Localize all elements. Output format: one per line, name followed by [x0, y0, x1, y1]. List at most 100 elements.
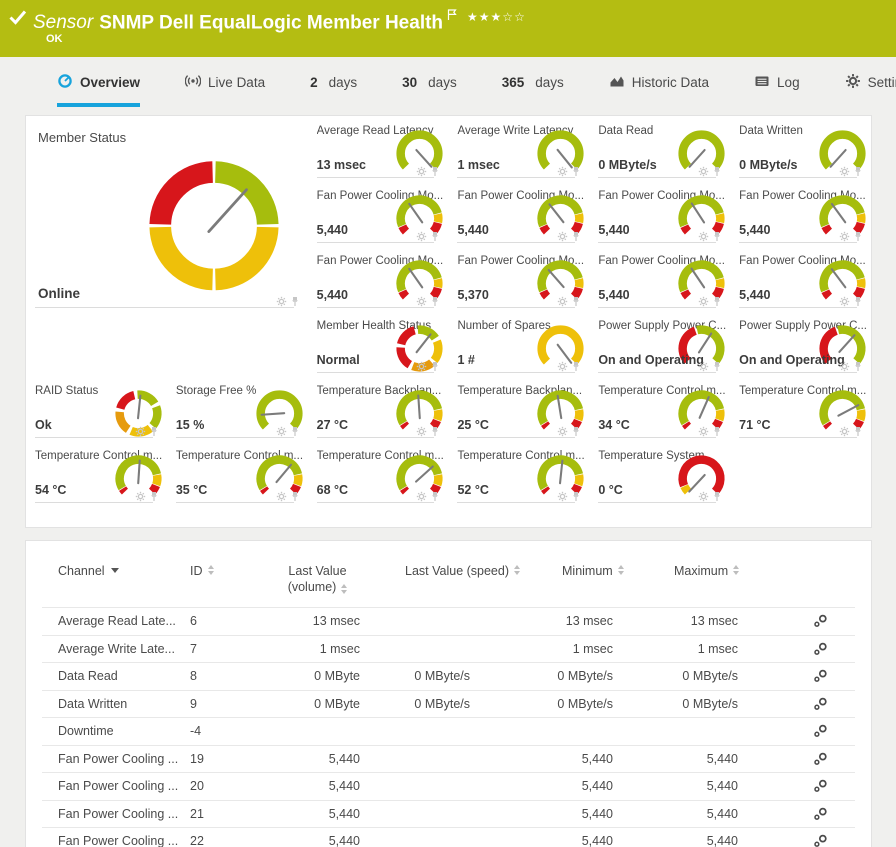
pin-icon[interactable]	[571, 491, 581, 502]
gear-icon[interactable]	[839, 166, 850, 177]
pin-icon[interactable]	[571, 231, 581, 242]
gear-icon[interactable]	[416, 491, 427, 502]
gear-icon[interactable]	[557, 231, 568, 242]
gear-icon[interactable]	[698, 361, 709, 372]
channel-name[interactable]: Average Read Late...	[42, 614, 190, 628]
tab-historic-data[interactable]: Historic Data	[609, 57, 709, 107]
gear-icon[interactable]	[557, 296, 568, 307]
pin-icon[interactable]	[853, 296, 863, 307]
tab-overview[interactable]: Overview	[57, 57, 140, 107]
gear-icon[interactable]	[557, 426, 568, 437]
pin-icon[interactable]	[853, 361, 863, 372]
pin-icon[interactable]	[430, 296, 440, 307]
gear-icon[interactable]	[698, 166, 709, 177]
pin-icon[interactable]	[712, 296, 722, 307]
gear-icon[interactable]	[276, 426, 287, 437]
gear-icon[interactable]	[698, 426, 709, 437]
column-header-last_speed[interactable]: Last Value (speed)	[405, 563, 520, 579]
priority-stars[interactable]: ★★★☆☆	[467, 10, 526, 24]
gauge-value: 0 °C	[598, 483, 622, 497]
gear-icon[interactable]	[276, 491, 287, 502]
gear-icon[interactable]	[698, 231, 709, 242]
gear-icon[interactable]	[557, 166, 568, 177]
cell-actions	[557, 296, 581, 307]
gauge-value: 5,440	[598, 288, 629, 302]
cell-min: 0 MByte/s	[470, 669, 613, 683]
gear-icon[interactable]	[416, 361, 427, 372]
pin-icon[interactable]	[571, 361, 581, 372]
tab-live-data[interactable]: Live Data	[185, 57, 265, 107]
channel-name[interactable]: Fan Power Cooling ...	[42, 779, 190, 793]
channel-name[interactable]: Downtime	[42, 724, 190, 738]
gear-icon[interactable]	[698, 491, 709, 502]
channel-settings-icon[interactable]	[813, 807, 828, 821]
tab-settings[interactable]: Settings	[845, 57, 896, 107]
gear-icon[interactable]	[839, 231, 850, 242]
pin-icon[interactable]	[571, 166, 581, 177]
pin-icon[interactable]	[430, 231, 440, 242]
channel-name[interactable]: Fan Power Cooling ...	[42, 834, 190, 847]
column-header-last_volume[interactable]: Last Value (volume)	[276, 563, 360, 595]
pin-icon[interactable]	[430, 361, 440, 372]
pin-icon[interactable]	[853, 231, 863, 242]
channel-settings-icon[interactable]	[813, 752, 828, 766]
pin-icon[interactable]	[430, 166, 440, 177]
gear-icon[interactable]	[698, 296, 709, 307]
pin-icon[interactable]	[149, 426, 159, 437]
favorite-flag-icon[interactable]	[447, 5, 457, 27]
pin-icon[interactable]	[712, 491, 722, 502]
pin-icon[interactable]	[712, 361, 722, 372]
column-header-id[interactable]: ID	[190, 563, 260, 579]
channel-name[interactable]: Data Read	[42, 669, 190, 683]
gear-icon[interactable]	[135, 491, 146, 502]
tab-365-days[interactable]: 365days	[502, 57, 564, 107]
gear-icon[interactable]	[557, 361, 568, 372]
pin-icon[interactable]	[712, 166, 722, 177]
pin-icon[interactable]	[290, 426, 300, 437]
channel-name[interactable]: Fan Power Cooling ...	[42, 807, 190, 821]
cell-last_volume: 1 msec	[260, 642, 360, 656]
channel-settings-icon[interactable]	[813, 724, 828, 738]
column-header-min[interactable]: Minimum	[550, 563, 662, 579]
column-header-channel[interactable]: Channel	[42, 563, 190, 579]
cell-actions	[557, 231, 581, 242]
pin-icon[interactable]	[430, 491, 440, 502]
channel-settings-icon[interactable]	[813, 779, 828, 793]
gear-icon[interactable]	[416, 166, 427, 177]
gear-icon[interactable]	[839, 296, 850, 307]
channel-settings-icon[interactable]	[813, 642, 828, 656]
channel-settings-icon[interactable]	[813, 614, 828, 628]
channel-settings-icon[interactable]	[813, 669, 828, 683]
channel-name[interactable]: Data Written	[42, 697, 190, 711]
tab-30-days[interactable]: 30days	[402, 57, 457, 107]
gear-icon[interactable]	[416, 426, 427, 437]
gear-icon[interactable]	[416, 296, 427, 307]
pin-icon[interactable]	[430, 426, 440, 437]
pin-icon[interactable]	[290, 296, 300, 307]
tab-2-days[interactable]: 2days	[310, 57, 357, 107]
gear-icon[interactable]	[276, 296, 287, 307]
gear-icon[interactable]	[416, 231, 427, 242]
channel-name[interactable]: Fan Power Cooling ...	[42, 752, 190, 766]
cell-divider	[598, 437, 716, 438]
tab-label: Overview	[80, 75, 140, 90]
channel-settings-icon[interactable]	[813, 697, 828, 711]
column-label: Minimum	[562, 563, 613, 579]
pin-icon[interactable]	[712, 426, 722, 437]
gear-icon[interactable]	[839, 361, 850, 372]
pin-icon[interactable]	[712, 231, 722, 242]
gear-icon[interactable]	[557, 491, 568, 502]
pin-icon[interactable]	[571, 296, 581, 307]
cell-divider	[457, 307, 575, 308]
pin-icon[interactable]	[571, 426, 581, 437]
tab-log[interactable]: Log	[754, 57, 800, 107]
channel-settings-icon[interactable]	[813, 834, 828, 847]
gear-icon[interactable]	[839, 426, 850, 437]
pin-icon[interactable]	[853, 166, 863, 177]
pin-icon[interactable]	[853, 426, 863, 437]
pin-icon[interactable]	[290, 491, 300, 502]
column-header-max[interactable]: Maximum	[662, 563, 799, 579]
channel-name[interactable]: Average Write Late...	[42, 642, 190, 656]
pin-icon[interactable]	[149, 491, 159, 502]
gear-icon[interactable]	[135, 426, 146, 437]
